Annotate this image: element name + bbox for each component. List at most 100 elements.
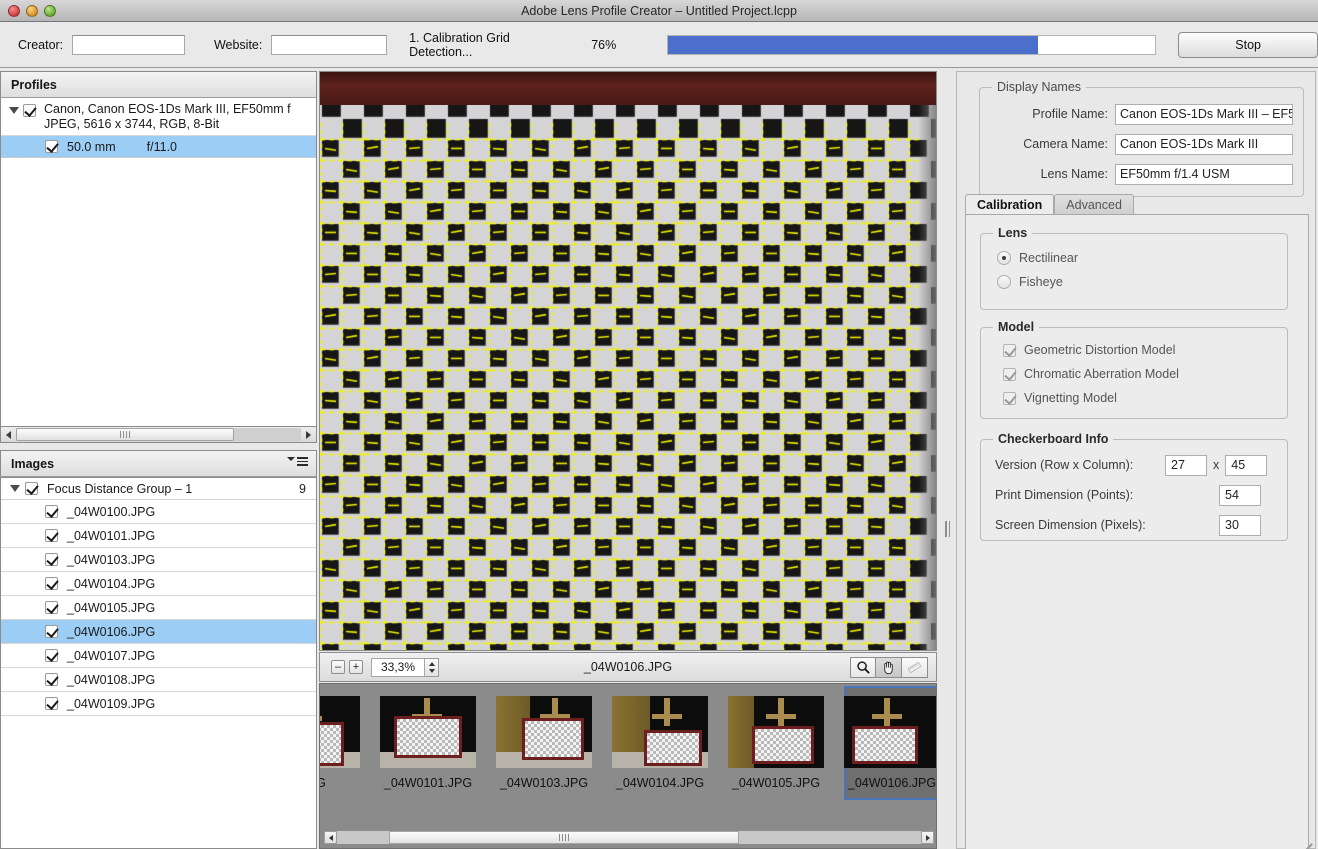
images-list[interactable]: Focus Distance Group – 1 9 _04W0100.JPG _… (0, 477, 317, 849)
focus-distance-group-row[interactable]: Focus Distance Group – 1 9 (1, 478, 316, 500)
filmstrip-thumbnail[interactable] (612, 696, 708, 768)
checkerboard-group: Checkerboard Info Version (Row x Column)… (980, 432, 1288, 541)
hand-tool-button[interactable] (876, 656, 902, 678)
tab-calibration[interactable]: Calibration (965, 194, 1055, 214)
checkerboard-group-legend: Checkerboard Info (993, 432, 1114, 446)
profile-group-row[interactable]: Canon, Canon EOS-1Ds Mark III, EF50mm f … (1, 98, 316, 136)
filmstrip-thumb-cell[interactable]: _04W0106.JPG (844, 686, 936, 800)
image-list-item[interactable]: _04W0107.JPG (1, 644, 316, 668)
lens-option[interactable]: Fisheye (997, 270, 1287, 294)
filmstrip-thumb-cell[interactable]: _04W0101.JPG (380, 696, 476, 800)
filmstrip-thumb-label: _04W0103.JPG (499, 776, 589, 790)
image-item-checkbox[interactable] (45, 529, 58, 542)
checkbox-model-option[interactable] (1003, 343, 1016, 357)
print-dimension-input[interactable]: 54 (1219, 484, 1261, 506)
image-list-item[interactable]: _04W0100.JPG (1, 500, 316, 524)
filmstrip-thumb-label: .JPG (320, 776, 326, 790)
panel-splitter[interactable] (938, 71, 956, 849)
profiles-list[interactable]: Canon, Canon EOS-1Ds Mark III, EF50mm f … (0, 98, 317, 426)
filmstrip-scrollbar[interactable] (324, 830, 934, 845)
image-item-checkbox[interactable] (45, 697, 58, 710)
hand-icon (884, 661, 893, 674)
zoom-tool-button[interactable] (850, 656, 876, 678)
image-item-checkbox[interactable] (45, 673, 58, 686)
model-option[interactable]: Geometric Distortion Model (1003, 338, 1287, 362)
model-option[interactable]: Vignetting Model (1003, 386, 1287, 410)
filmstrip-scroll-right-icon[interactable] (921, 831, 934, 844)
images-panel-menu-icon[interactable] (287, 456, 308, 466)
image-list-item[interactable]: _04W0101.JPG (1, 524, 316, 548)
radio-fisheye[interactable] (997, 275, 1011, 289)
group-disclosure-triangle-icon[interactable] (10, 485, 20, 492)
thumb-checker-chart (755, 729, 811, 761)
chevron-down-icon (287, 456, 295, 461)
lens-option[interactable]: Rectilinear (997, 246, 1287, 270)
image-viewer[interactable] (319, 71, 937, 651)
profile-child-row[interactable]: 50.0 mm f/11.0 (1, 136, 316, 158)
scroll-left-arrow-icon[interactable] (1, 427, 16, 442)
filmstrip-thumb-cell[interactable]: _04W0105.JPG (728, 696, 824, 800)
profiles-scroll-track[interactable] (16, 428, 301, 441)
image-list-item[interactable]: _04W0106.JPG (1, 620, 316, 644)
image-item-checkbox[interactable] (45, 553, 58, 566)
disclosure-triangle-icon[interactable] (9, 107, 19, 114)
thumb-checker-chart (855, 729, 915, 761)
profile-name-input[interactable]: Canon EOS-1Ds Mark III – EF50 (1115, 103, 1293, 125)
image-item-checkbox[interactable] (45, 625, 58, 638)
image-item-checkbox[interactable] (45, 649, 58, 662)
filmstrip-thumb-cell[interactable]: _04W0104.JPG (612, 696, 708, 800)
profile-group-checkbox[interactable] (23, 104, 36, 117)
profiles-scroll-thumb[interactable] (16, 428, 234, 441)
stop-button[interactable]: Stop (1178, 31, 1318, 58)
image-item-checkbox[interactable] (45, 577, 58, 590)
filmstrip-scroll-left-icon[interactable] (324, 831, 337, 844)
title-bar: Adobe Lens Profile Creator – Untitled Pr… (0, 0, 1318, 22)
thumb-chart-frame (852, 726, 918, 764)
group-checkbox[interactable] (25, 482, 38, 495)
filmstrip-thumb-cell[interactable]: _04W0103.JPG (496, 696, 592, 800)
profiles-horizontal-scrollbar[interactable] (0, 426, 317, 443)
model-option-label: Vignetting Model (1024, 391, 1117, 405)
filmstrip-thumbnail[interactable] (728, 696, 824, 768)
model-option-label: Geometric Distortion Model (1024, 343, 1176, 357)
image-list-item[interactable]: _04W0108.JPG (1, 668, 316, 692)
filmstrip-thumbnail[interactable] (844, 696, 936, 768)
filmstrip-scroll-thumb[interactable] (389, 831, 739, 844)
version-label: Version (Row x Column): (995, 458, 1134, 472)
filmstrip[interactable]: .JPG _04W0101.JPG _04W0103.JPG _04W0104.JPG… (319, 683, 937, 849)
filmstrip-thumbnail[interactable] (496, 696, 592, 768)
magnifier-icon (856, 660, 870, 674)
top-toolbar: Creator: Website: 1. Calibration Grid De… (0, 22, 1318, 68)
window-resize-grip-icon[interactable] (1298, 831, 1313, 849)
image-list-item[interactable]: _04W0104.JPG (1, 572, 316, 596)
tab-advanced[interactable]: Advanced (1054, 194, 1134, 214)
lens-name-input[interactable]: EF50mm f/1.4 USM (1115, 163, 1293, 185)
screen-dimension-input[interactable]: 30 (1219, 514, 1261, 536)
model-option[interactable]: Chromatic Aberration Model (1003, 362, 1287, 386)
image-item-checkbox[interactable] (45, 505, 58, 518)
version-cols-input[interactable]: 45 (1225, 454, 1268, 476)
website-input-field[interactable] (272, 35, 387, 54)
image-list-item[interactable]: _04W0105.JPG (1, 596, 316, 620)
image-list-item[interactable]: _04W0109.JPG (1, 692, 316, 716)
camera-name-input[interactable]: Canon EOS-1Ds Mark III (1115, 133, 1293, 155)
image-item-checkbox[interactable] (45, 601, 58, 614)
radio-rectilinear[interactable] (997, 251, 1011, 265)
checkbox-model-option[interactable] (1003, 391, 1016, 405)
filmstrip-scroll-track[interactable] (337, 831, 921, 844)
checkbox-model-option[interactable] (1003, 367, 1016, 381)
scroll-right-arrow-icon[interactable] (301, 427, 316, 442)
profile-group-line1: Canon, Canon EOS-1Ds Mark III, EF50mm f (44, 102, 291, 116)
image-list-item[interactable]: _04W0103.JPG (1, 548, 316, 572)
image-rows-container: _04W0100.JPG _04W0101.JPG _04W0103.JPG _04W… (1, 500, 316, 716)
profile-child-checkbox[interactable] (45, 140, 58, 153)
filmstrip-thumbnail[interactable] (380, 696, 476, 768)
website-input[interactable] (271, 34, 388, 55)
thumb-checker-chart (397, 719, 459, 755)
version-rows-input[interactable]: 27 (1165, 454, 1207, 476)
filmstrip-thumb-cell[interactable]: .JPG (320, 696, 360, 800)
creator-input[interactable] (72, 34, 185, 55)
ruler-tool-button[interactable] (902, 656, 928, 678)
creator-input-field[interactable] (73, 35, 184, 54)
filmstrip-thumbnail[interactable] (320, 696, 360, 768)
